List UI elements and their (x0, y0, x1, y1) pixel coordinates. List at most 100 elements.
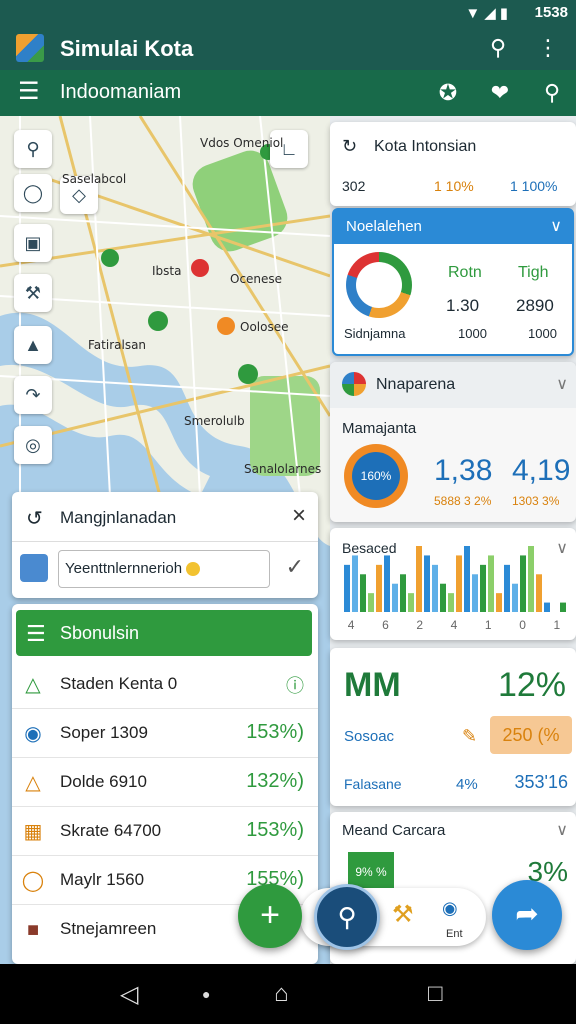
chevron-down-icon[interactable]: ∨ (556, 374, 568, 394)
tag-tool-icon[interactable]: ◯ (14, 174, 52, 212)
donut-chart (346, 252, 412, 318)
search-icon[interactable]: ⚲ (484, 34, 512, 62)
chart-bar (416, 546, 422, 612)
kpi-pill[interactable]: 250 (% (490, 716, 572, 754)
chart-bar (488, 555, 494, 612)
finance-card-header[interactable]: Nnaparena ∨ (330, 362, 576, 408)
map-label: Smerolulb (184, 414, 245, 428)
pencil-icon[interactable]: ✎ (462, 726, 477, 747)
build-tool-icon[interactable]: ⚒ (14, 274, 52, 312)
big-stat-caption: 5888 3 2% (434, 494, 492, 508)
heart-icon[interactable]: ❤ (486, 79, 514, 107)
back-icon[interactable]: ◁ (120, 980, 138, 1009)
stats-card-header[interactable]: Noelalehen ∨ (334, 210, 572, 244)
kpi-row-label: Sosoac (344, 728, 395, 745)
close-icon[interactable]: × (292, 502, 306, 530)
system-nav-bar: ◁ ● ⌂ □ (0, 964, 576, 1024)
info-icon[interactable]: ⓘ (286, 672, 304, 698)
bar-chart-card[interactable]: Besaced ∨ 4624101 (330, 528, 576, 640)
toolbar-title: Indoomaniam (60, 81, 182, 103)
list-item-value: 132%) (246, 770, 304, 792)
chart-bar (456, 555, 462, 612)
simulation-header[interactable]: ☰ Sbonulsin (16, 610, 312, 656)
list-item-label: Dolde 6910 (60, 772, 147, 791)
list-item-label: Staden Kenta 0 (60, 674, 178, 693)
stat-sub: Sidnjamna (344, 326, 406, 341)
chart-bar (528, 546, 534, 612)
add-button[interactable]: + (238, 884, 302, 948)
list-item[interactable]: ▦ Skrate 64700 153%) (12, 807, 318, 856)
chart-bar (544, 602, 550, 612)
map-label: Saselabcol (62, 172, 127, 186)
grid-icon: ▦ (23, 821, 43, 843)
chart-bar (376, 564, 382, 612)
list-item[interactable]: ◉ Soper 1309 153%) (12, 709, 318, 758)
tick-label: 4 (450, 618, 458, 632)
list-item-label: Skrate 64700 (60, 821, 162, 840)
chart-bar (496, 593, 502, 612)
stat-sub: 1000 (458, 326, 487, 341)
task-input[interactable]: Yeenttnlernnerioh (58, 550, 270, 588)
ent-label: Ent (446, 928, 463, 940)
triangle-outline-icon: △ (25, 674, 41, 696)
card-subtitle: Mamajanta (342, 420, 417, 437)
map-label: Ibsta (152, 264, 182, 278)
city-summary-card[interactable]: ↻ Kota Intonsian 302 1 10% 1 100% (330, 122, 576, 206)
building-icon: ■ (26, 919, 40, 941)
tool-icon[interactable]: ⚒ (392, 900, 414, 929)
home-icon[interactable]: ⌂ (274, 980, 289, 1008)
map-tool-icon[interactable]: ▣ (14, 224, 52, 262)
chart-bar (360, 574, 366, 612)
secondary-toolbar: ☰ Indoomaniam ✪ ❤ ⚲ (0, 70, 576, 116)
bulldozer-tool-icon[interactable]: ▲ (14, 326, 52, 364)
chart-bar (440, 583, 446, 612)
stat-value: 2890 (516, 296, 554, 315)
menu-icon[interactable]: ☰ (18, 80, 40, 104)
kpi-row-value: 4% (456, 776, 478, 793)
metric: 1 10% (434, 178, 474, 194)
kpi-value: 12% (497, 666, 566, 704)
chart-bar (352, 555, 358, 612)
stat-value: 1.30 (446, 296, 480, 315)
tick-label: 4 (347, 618, 355, 632)
chart-bar (560, 602, 566, 612)
search-icon[interactable]: ⚲ (538, 79, 566, 107)
list-item[interactable]: △ Dolde 6910 132%) (12, 758, 318, 807)
coin-tool-icon[interactable]: ◎ (14, 426, 52, 464)
card-title: Noelalehen (346, 218, 422, 235)
chart-bar (464, 546, 470, 612)
metric: 1 100% (510, 178, 558, 194)
confirm-check-icon[interactable]: ✓ (286, 554, 304, 580)
simulation-title: Sbonulsin (60, 623, 140, 643)
triangle-icon: △ (25, 772, 41, 794)
progress-ring: 160% (344, 444, 408, 508)
app-logo (16, 34, 44, 62)
menu-icon[interactable]: ☰ (26, 621, 46, 647)
map-label: Ocenese (230, 272, 283, 286)
more-vert-icon[interactable]: ⋮ (534, 34, 562, 62)
stats-card[interactable]: Noelalehen ∨ Rotn Tigh 1.30 2890 Sidnjam… (332, 208, 574, 356)
chart-bar (472, 574, 478, 612)
list-item-value: 153%) (246, 721, 304, 743)
card-title: Kota Intonsian (374, 138, 477, 155)
chart-bar (504, 564, 510, 612)
recents-icon[interactable]: □ (428, 980, 443, 1008)
route-tool-icon[interactable]: ↷ (14, 376, 52, 414)
list-item-label: Stnejamreen (60, 919, 157, 938)
navigate-button[interactable]: ➦ (492, 880, 562, 950)
chart-bar (408, 593, 414, 612)
kpi-card[interactable]: MM 12% Sosoac ✎ 250 (% Falasane 4% 353'1… (330, 648, 576, 806)
chart-bar (520, 555, 526, 612)
chevron-down-icon[interactable]: ∨ (550, 216, 562, 236)
search-button[interactable]: ⚲ (314, 884, 380, 950)
star-icon[interactable]: ✪ (434, 79, 462, 107)
app-title: Simulai Kota (60, 36, 194, 61)
finance-card[interactable]: Nnaparena ∨ Mamajanta 160% 1,38 4,19 588… (330, 362, 576, 522)
task-panel: ↺ Mangjnlanadan × Yeenttnlernnerioh ✓ (12, 492, 318, 598)
chevron-down-icon[interactable]: ∨ (556, 820, 568, 840)
stat-key: Rotn (448, 264, 482, 281)
list-item[interactable]: △ Staden Kenta 0 ⓘ (12, 660, 318, 709)
zoom-tool-icon[interactable]: ⚲ (14, 130, 52, 168)
building-icon (20, 554, 48, 582)
location-icon[interactable]: ◉ (442, 898, 458, 919)
